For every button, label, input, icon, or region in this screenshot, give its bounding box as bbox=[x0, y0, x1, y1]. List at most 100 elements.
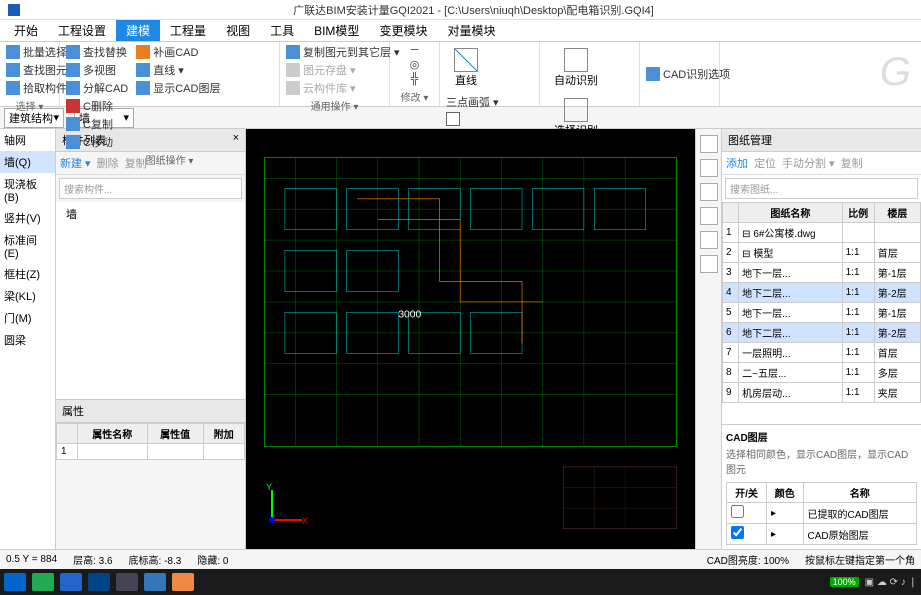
battery-indicator: 100% bbox=[830, 577, 859, 587]
tray-icons[interactable]: ▣ ☁ ⟳ ♪ ❘ bbox=[865, 577, 917, 588]
menu-compare[interactable]: 对量模块 bbox=[437, 20, 505, 41]
layer-checkbox[interactable] bbox=[731, 526, 744, 539]
cad-layer-panel: CAD图层 选择相同颜色，显示CAD图层，显示CAD图元 开/关颜色名称 ▸已提… bbox=[722, 424, 921, 549]
menu-project[interactable]: 工程设置 bbox=[48, 20, 116, 41]
mod-1[interactable]: ─ bbox=[411, 44, 419, 56]
table-row[interactable]: 9机房层动...1:1夹层 bbox=[723, 383, 921, 403]
svg-text:Y: Y bbox=[266, 482, 272, 492]
tool-2[interactable] bbox=[700, 159, 718, 177]
tool-4[interactable] bbox=[700, 207, 718, 225]
find-element[interactable]: 查找图元 bbox=[6, 62, 67, 78]
center-column: 构件列表× 新建 ▾ 删除 复制 搜索构件... 墙 属性 属性名称属性值附加 … bbox=[56, 129, 246, 549]
table-row[interactable]: 2⊟ 模型1:1首层 bbox=[723, 243, 921, 263]
window-title: 广联达BIM安装计量GQI2021 - [C:\Users\niuqh\Desk… bbox=[26, 2, 921, 18]
batch-select[interactable]: 批量选择 bbox=[6, 44, 67, 60]
menu-view[interactable]: 视图 bbox=[216, 20, 260, 41]
explode-cad[interactable]: 分解CAD bbox=[66, 80, 128, 96]
cad-brightness: CAD图亮度: 100% bbox=[707, 552, 789, 567]
locate-dwg[interactable]: 定位 bbox=[754, 155, 776, 171]
menubar: 开始 工程设置 建模 工程量 视图 工具 BIM模型 变更模块 对量模块 bbox=[0, 20, 921, 42]
tool-3[interactable] bbox=[700, 183, 718, 201]
table-row[interactable]: 7一层照明...1:1首层 bbox=[723, 343, 921, 363]
app-logo bbox=[8, 4, 20, 16]
hidden-count: 隐藏: 0 bbox=[197, 552, 228, 567]
props-header: 属性 bbox=[56, 400, 245, 423]
tool-6[interactable] bbox=[700, 255, 718, 273]
comp-shaft[interactable]: 竖井(V) bbox=[0, 207, 55, 229]
draw-cad[interactable]: 补画CAD bbox=[136, 44, 220, 60]
rect-tool[interactable] bbox=[446, 112, 499, 126]
comp-beam[interactable]: 梁(KL) bbox=[0, 285, 55, 307]
drawing-canvas[interactable]: 3000 Y X bbox=[246, 129, 695, 549]
menu-start[interactable]: 开始 bbox=[4, 20, 48, 41]
dwg-header: 图纸管理 bbox=[722, 129, 921, 152]
group-modify-label: 修改 ▾ bbox=[396, 87, 433, 104]
menu-bim[interactable]: BIM模型 bbox=[304, 20, 369, 41]
save-element: 图元存盘 ▾ bbox=[286, 62, 400, 78]
table-row[interactable]: ▸CAD原始图层 bbox=[727, 524, 917, 545]
pick-component[interactable]: 拾取构件 bbox=[6, 80, 67, 96]
comp-slab[interactable]: 现浇板(B) bbox=[0, 173, 55, 207]
line-big[interactable]: 直线 bbox=[446, 44, 486, 92]
layer-checkbox[interactable] bbox=[731, 505, 744, 518]
copy-to-layer[interactable]: 复制图元到其它层 ▾ bbox=[286, 44, 400, 60]
taskbar: 100% ▣ ☁ ⟳ ♪ ❘ bbox=[0, 569, 921, 595]
split-dwg[interactable]: 手动分割 ▾ bbox=[782, 155, 835, 171]
component-tree: 轴网 墙(Q) 现浇板(B) 竖井(V) 标准间(E) 框柱(Z) 梁(KL) … bbox=[0, 129, 56, 549]
group-common-label: 通用操作 ▾ bbox=[286, 96, 383, 113]
table-row[interactable]: ▸已提取的CAD图层 bbox=[727, 503, 917, 524]
comp-column[interactable]: 框柱(Z) bbox=[0, 263, 55, 285]
c-move[interactable]: C移动 bbox=[66, 134, 113, 150]
comp-door[interactable]: 门(M) bbox=[0, 307, 55, 329]
right-toolbar bbox=[695, 129, 721, 549]
c-delete[interactable]: C删除 bbox=[66, 98, 113, 114]
layer-table: 开/关颜色名称 ▸已提取的CAD图层▸CAD原始图层 bbox=[726, 482, 917, 545]
search-components[interactable]: 搜索构件... bbox=[59, 178, 242, 199]
svg-text:X: X bbox=[302, 516, 308, 526]
show-cad-layer[interactable]: 显示CAD图层 bbox=[136, 80, 220, 96]
table-row[interactable]: 1⊟ 6#公寓楼.dwg bbox=[723, 223, 921, 243]
status-tip: 按鼠标左键指定第一个角 bbox=[805, 552, 915, 567]
search-drawings[interactable]: 搜索图纸... bbox=[725, 178, 918, 199]
table-row[interactable]: 6地下二层...1:1第-2层 bbox=[723, 323, 921, 343]
menu-quantity[interactable]: 工程量 bbox=[160, 20, 216, 41]
find-replace[interactable]: 查找替换 bbox=[66, 44, 128, 60]
table-row[interactable]: 4地下二层...1:1第-2层 bbox=[723, 283, 921, 303]
tool-1[interactable] bbox=[700, 135, 718, 153]
axes-gizmo: Y X bbox=[260, 482, 310, 535]
menu-model[interactable]: 建模 bbox=[116, 20, 160, 41]
comp-roundbeam[interactable]: 圆梁 bbox=[0, 329, 55, 351]
line-tool[interactable]: 直线 ▾ bbox=[136, 62, 220, 78]
ribbon: 批量选择 查找图元 拾取构件 选择 ▾ 查找替换 多视图 分解CAD 补画CAD… bbox=[0, 42, 921, 107]
props-panel: 属性 属性名称属性值附加 1 bbox=[56, 399, 245, 549]
table-row[interactable]: 8二~五层...1:1多层 bbox=[723, 363, 921, 383]
cad-drawing: 3000 bbox=[254, 137, 687, 549]
add-dwg[interactable]: 添加 bbox=[726, 155, 748, 171]
props-table: 属性名称属性值附加 1 bbox=[56, 423, 245, 460]
main-area: 轴网 墙(Q) 现浇板(B) 竖井(V) 标准间(E) 框柱(Z) 梁(KL) … bbox=[0, 129, 921, 549]
cad-layer-header: CAD图层 bbox=[726, 429, 917, 444]
comp-list: 墙 bbox=[56, 202, 245, 399]
multi-view[interactable]: 多视图 bbox=[66, 62, 128, 78]
table-row[interactable]: 3地下一层...1:1第-1层 bbox=[723, 263, 921, 283]
cad-recog-options[interactable]: CAD识别选项 bbox=[646, 44, 730, 104]
mod-3[interactable]: ╬ bbox=[411, 73, 419, 85]
list-item[interactable]: 墙 bbox=[66, 206, 235, 222]
titlebar: 广联达BIM安装计量GQI2021 - [C:\Users\niuqh\Desk… bbox=[0, 0, 921, 20]
copy-dwg[interactable]: 复制 bbox=[841, 155, 863, 171]
auto-recognize[interactable]: 自动识别 bbox=[546, 44, 606, 92]
three-point-arc[interactable]: 三点画弧 ▾ bbox=[446, 94, 499, 110]
c-copy[interactable]: C复制 bbox=[66, 116, 113, 132]
comp-room[interactable]: 标准间(E) bbox=[0, 229, 55, 263]
menu-tools[interactable]: 工具 bbox=[260, 20, 304, 41]
tool-5[interactable] bbox=[700, 231, 718, 249]
cad-layer-hint: 选择相同颜色，显示CAD图层，显示CAD图元 bbox=[726, 444, 917, 482]
comp-wall[interactable]: 墙(Q) bbox=[0, 151, 55, 173]
mod-2[interactable]: ◎ bbox=[410, 58, 420, 71]
floor-height: 层高: 3.6 bbox=[73, 552, 112, 567]
group-select-label: 选择 ▾ bbox=[6, 96, 53, 113]
table-row[interactable]: 5地下一层...1:1第-1层 bbox=[723, 303, 921, 323]
drawing-table: 图纸名称比例楼层 1⊟ 6#公寓楼.dwg2⊟ 模型1:1首层3地下一层...1… bbox=[722, 202, 921, 403]
comp-grid[interactable]: 轴网 bbox=[0, 129, 55, 151]
menu-change[interactable]: 变更模块 bbox=[369, 20, 437, 41]
